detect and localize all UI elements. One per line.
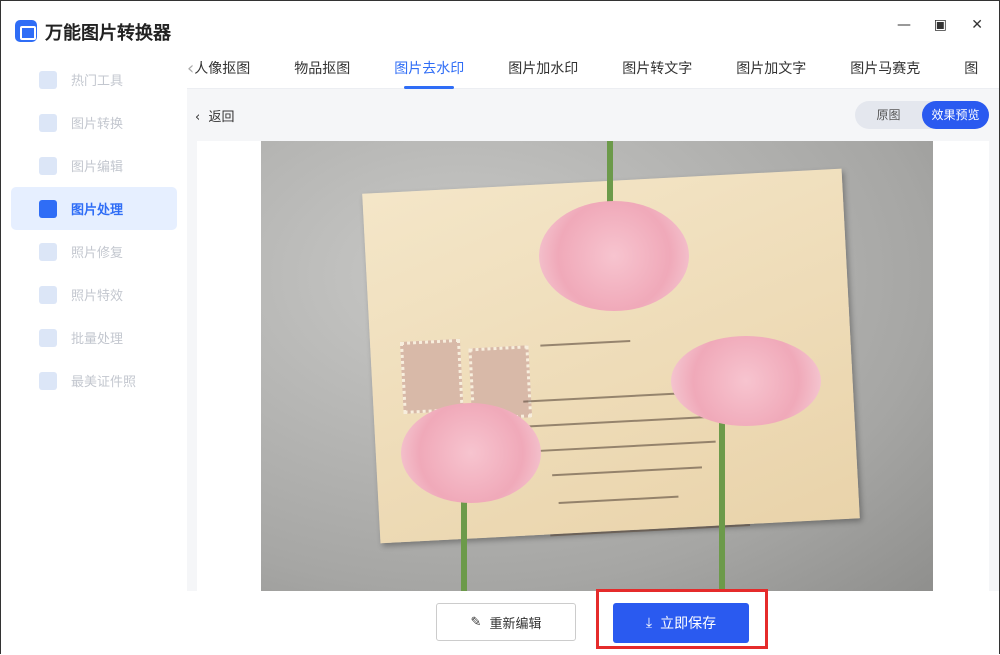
batch-icon bbox=[39, 328, 57, 347]
tab-more[interactable]: 图 bbox=[964, 49, 978, 89]
sidebar-item-label: 图片处理 bbox=[71, 203, 124, 218]
sidebar-item-hot-tools[interactable]: 热门工具 bbox=[11, 58, 177, 101]
toggle-preview[interactable]: 效果预览 bbox=[922, 101, 989, 129]
sidebar-item-label: 热门工具 bbox=[71, 74, 124, 89]
tool-tabs: ‹ 人像抠图 物品抠图 图片去水印 图片加水印 图片转文字 图片加文字 图片马赛… bbox=[187, 49, 999, 89]
view-toggle: 原图 效果预览 bbox=[855, 101, 989, 129]
sidebar-item-edit[interactable]: 图片编辑 bbox=[11, 144, 177, 187]
preview-image bbox=[261, 141, 933, 591]
id-card-icon bbox=[39, 371, 57, 390]
image-convert-icon bbox=[39, 113, 57, 132]
image-canvas bbox=[197, 141, 989, 591]
sidebar-item-label: 照片修复 bbox=[71, 246, 124, 261]
tab-image-to-text[interactable]: 图片转文字 bbox=[622, 49, 692, 89]
tab-add-text[interactable]: 图片加文字 bbox=[736, 49, 806, 89]
reedit-label: 重新编辑 bbox=[489, 616, 542, 632]
back-button[interactable]: ‹ 返回 bbox=[195, 106, 234, 125]
sidebar-item-label: 图片编辑 bbox=[71, 160, 124, 175]
sidebar-item-id-photo[interactable]: 最美证件照 bbox=[11, 359, 177, 402]
tab-add-watermark[interactable]: 图片加水印 bbox=[508, 49, 578, 89]
highlight-box bbox=[596, 589, 768, 649]
sidebar-item-effects[interactable]: 照片特效 bbox=[11, 273, 177, 316]
tab-remove-watermark[interactable]: 图片去水印 bbox=[394, 49, 464, 89]
chevron-left-icon[interactable]: ‹ bbox=[187, 58, 194, 79]
main-area: — ▣ ✕ ‹ 人像抠图 物品抠图 图片去水印 图片加水印 图片转文字 图片加文… bbox=[187, 1, 999, 655]
sidebar-item-repair[interactable]: 照片修复 bbox=[11, 230, 177, 273]
maximize-button[interactable]: ▣ bbox=[934, 17, 947, 33]
sidebar-item-label: 最美证件照 bbox=[71, 375, 137, 390]
close-button[interactable]: ✕ bbox=[971, 17, 983, 33]
sub-toolbar: ‹ 返回 原图 效果预览 bbox=[187, 89, 999, 141]
reedit-button[interactable]: ✎ 重新编辑 bbox=[436, 603, 576, 641]
image-process-icon bbox=[39, 199, 57, 218]
sidebar-item-label: 照片特效 bbox=[71, 289, 124, 304]
grid-icon bbox=[39, 70, 57, 89]
back-label: 返回 bbox=[208, 110, 235, 125]
sidebar-nav: 热门工具 图片转换 图片编辑 图片处理 照片修复 照片特效 批量处理 最美证件照 bbox=[11, 58, 177, 402]
photo-effects-icon bbox=[39, 285, 57, 304]
app-title: 万能图片转换器 bbox=[45, 23, 171, 44]
sidebar: 万能图片转换器 热门工具 图片转换 图片编辑 图片处理 照片修复 照片特效 批量… bbox=[1, 1, 187, 655]
toggle-original[interactable]: 原图 bbox=[855, 101, 922, 129]
tab-mosaic[interactable]: 图片马赛克 bbox=[850, 49, 920, 89]
sidebar-item-batch[interactable]: 批量处理 bbox=[11, 316, 177, 359]
sidebar-item-convert[interactable]: 图片转换 bbox=[11, 101, 177, 144]
sidebar-item-process[interactable]: 图片处理 bbox=[11, 187, 177, 230]
title-bar: — ▣ ✕ bbox=[187, 1, 999, 49]
pen-icon: ✎ bbox=[470, 614, 482, 630]
sidebar-item-label: 批量处理 bbox=[71, 332, 124, 347]
sidebar-item-label: 图片转换 bbox=[71, 117, 124, 132]
tab-object-cutout[interactable]: 物品抠图 bbox=[294, 49, 350, 89]
image-edit-icon bbox=[39, 156, 57, 175]
app-logo-icon bbox=[15, 20, 37, 42]
tab-portrait-cutout[interactable]: 人像抠图 bbox=[194, 49, 250, 89]
minimize-button[interactable]: — bbox=[897, 17, 911, 33]
photo-repair-icon bbox=[39, 242, 57, 261]
action-bar: ✎ 重新编辑 ⤓ 立即保存 bbox=[187, 589, 999, 655]
